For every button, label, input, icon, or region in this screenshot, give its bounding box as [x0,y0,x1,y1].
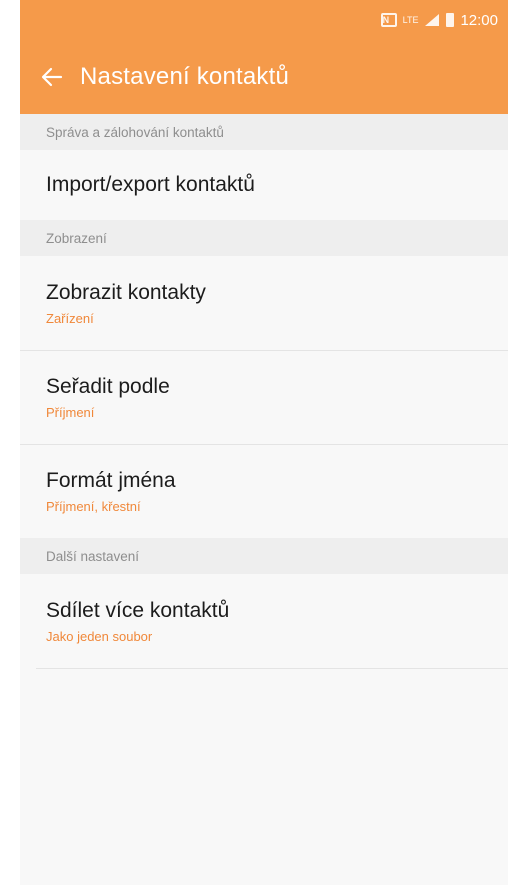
settings-screen: N LTE 12:00 Nastavení kontaktů Správa a … [20,0,508,885]
item-subtitle: Příjmení, křestní [46,499,141,514]
section-header-display: Zobrazení [20,220,508,256]
item-title: Formát jména [46,469,176,492]
nfc-icon: N [380,13,397,27]
section-header-backup: Správa a zálohování kontaktů [20,114,508,150]
battery-icon [446,13,455,27]
item-title: Seřadit podle [46,375,170,398]
status-time: 12:00 [460,11,498,29]
list-item-sort-by[interactable]: Seřadit podle Příjmení [20,350,508,444]
arrow-left-icon[interactable] [36,61,68,93]
divider [36,668,508,669]
item-title: Sdílet více kontaktů [46,598,230,622]
section-header-more-settings: Další nastavení [20,538,508,574]
list-item-import-export[interactable]: Import/export kontaktů [20,150,508,220]
lte-icon: LTE [402,15,419,25]
item-title: Import/export kontaktů [46,173,255,196]
list-item-name-format[interactable]: Formát jména Příjmení, křestní [20,444,508,538]
page-title: Nastavení kontaktů [80,63,290,90]
list-item-share-contacts[interactable]: Sdílet více kontaktů Jako jeden soubor [20,574,508,668]
item-subtitle: Zařízení [46,310,94,326]
signal-icon [424,13,440,27]
item-subtitle: Jako jeden soubor [46,628,153,644]
app-bar: Nastavení kontaktů [20,40,508,114]
item-title: Zobrazit kontakty [46,280,206,304]
list-item-show-contacts[interactable]: Zobrazit kontakty Zařízení [20,256,508,350]
item-subtitle: Příjmení [46,405,95,420]
status-bar: N LTE 12:00 [20,0,508,40]
